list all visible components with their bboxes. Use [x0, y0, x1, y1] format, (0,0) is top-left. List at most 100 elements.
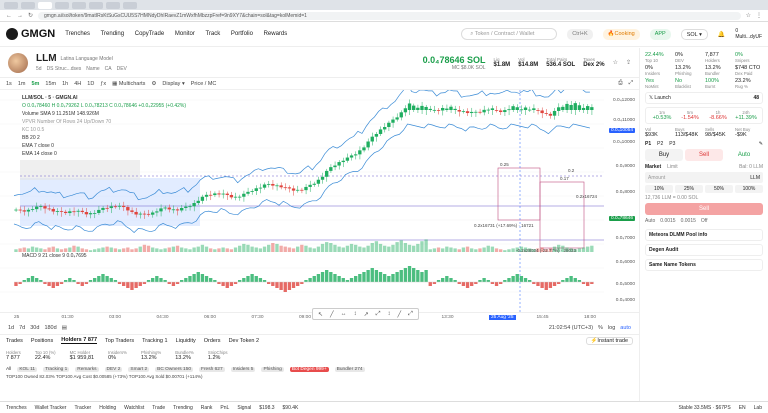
tf-1s[interactable]: 1s — [6, 81, 12, 87]
draw-tool-icon[interactable]: ↕ — [354, 311, 357, 317]
search-input[interactable]: ⌕ Token / Contract / Wallet — [461, 28, 558, 40]
pct-50[interactable]: 50% — [705, 185, 733, 193]
nav-portfolio[interactable]: Portfolio — [231, 31, 253, 37]
holder-filter-tab[interactable]: DEV 2 — [104, 366, 123, 372]
indicator-volume[interactable]: Volume SMA 9 11.251M 148.926M — [22, 110, 186, 118]
holder-filter-tab[interactable]: Fresh 627 — [199, 366, 225, 372]
utc-clock[interactable]: 21:02:54 (UTC+3) — [549, 325, 593, 331]
period-change[interactable]: 1h -8.66% — [705, 110, 731, 121]
amount-input[interactable]: Amount LLM — [645, 172, 763, 183]
auto-toggle[interactable]: Auto — [725, 149, 763, 161]
browser-tab[interactable] — [106, 1, 120, 9]
chain-selector[interactable]: SOL ▾ — [680, 28, 708, 40]
tf-1m[interactable]: 1m — [18, 81, 26, 87]
preset-p3[interactable]: P3 — [669, 141, 675, 147]
footer-item[interactable]: Watchlist — [124, 405, 144, 411]
pct-25[interactable]: 25% — [675, 185, 703, 193]
star-icon[interactable]: ☆ — [613, 59, 618, 66]
browser-tab[interactable] — [72, 1, 86, 9]
browser-tab[interactable] — [55, 1, 69, 9]
holder-filter-tab[interactable]: Bot Degen 999+ — [289, 366, 329, 372]
forward-icon[interactable]: → — [17, 13, 23, 19]
tf-1d[interactable]: 1D — [87, 81, 94, 87]
flag-tip[interactable]: 0.0015 — [681, 218, 696, 224]
footer-item[interactable]: Trending — [173, 405, 193, 411]
nav-monitor[interactable]: Monitor — [175, 31, 195, 37]
draw-tool-icon[interactable]: ╱ — [398, 311, 402, 318]
menu-icon[interactable]: ⋮ — [756, 12, 762, 19]
price-mc-toggle[interactable]: Price / MC — [191, 81, 217, 87]
footer-item[interactable]: Tracker — [74, 405, 91, 411]
price-chart[interactable]: LLM/SOL · 5 · GMGN.AI O 0.0₄78460 H 0.0₄… — [0, 90, 639, 312]
range-1d[interactable]: 1d — [8, 325, 14, 331]
section-meteora[interactable]: Meteora DLMM Pool info — [645, 229, 763, 241]
calendar-icon[interactable]: ▤ — [62, 325, 67, 331]
holder-filter-tab[interactable]: All — [6, 367, 11, 372]
scale-auto[interactable]: auto — [620, 325, 631, 331]
footer-item[interactable]: EN — [739, 405, 746, 411]
logo[interactable]: GMGN — [6, 28, 55, 40]
nav-trending[interactable]: Trending — [101, 31, 124, 37]
draw-tool-icon[interactable]: ⤢ — [408, 311, 413, 318]
order-limit[interactable]: Limit — [667, 164, 678, 170]
macd-legend[interactable]: MACD 9 21 close 9 0.0₄7695 — [22, 253, 87, 259]
nav-track[interactable]: Track — [205, 31, 220, 37]
holder-filter-tab[interactable]: Phishing — [261, 366, 284, 372]
browser-tab-active[interactable] — [38, 1, 52, 9]
tab-liquidity[interactable]: Liquidity — [176, 338, 196, 344]
holder-filter-tab[interactable]: Bundler 274 — [334, 366, 365, 372]
flag-priority[interactable]: 0.0015 — [660, 218, 675, 224]
holder-filter-tab[interactable]: Tracking 1 — [43, 366, 70, 372]
tab-orders[interactable]: Orders — [204, 338, 221, 344]
multicharts-button[interactable]: ▦ Multicharts — [112, 81, 145, 87]
nav-trenches[interactable]: Trenches — [65, 31, 90, 37]
holder-filter-tab[interactable]: Remarks — [75, 366, 99, 372]
holder-filter-tab[interactable]: Insiders 5 — [230, 366, 256, 372]
settings-icon[interactable]: ⚙ — [151, 81, 156, 87]
indicators-icon[interactable]: ƒx — [100, 81, 106, 87]
indicator-vpvr[interactable]: VPVR Number Of Rows 24 Up/Down 70 — [22, 118, 186, 126]
token-name-link[interactable]: Name — [86, 66, 99, 72]
tab-dev-token[interactable]: Dev Token 2 — [229, 338, 259, 344]
draw-tool-icon[interactable]: ↗ — [364, 311, 369, 318]
footer-item[interactable]: Wallet Tracker — [35, 405, 67, 411]
fullscreen-icon[interactable]: ⤢ — [629, 80, 633, 87]
indicator-ema7[interactable]: EMA 7 close 0 — [22, 142, 186, 150]
edit-icon[interactable]: ✎ — [759, 141, 763, 147]
order-market[interactable]: Market — [645, 164, 661, 170]
buy-tab[interactable]: Buy — [645, 149, 683, 161]
footer-item[interactable]: Lab — [754, 405, 762, 411]
launch-row[interactable]: 𝕏 Launch 48 — [645, 92, 763, 104]
period-change[interactable]: 5m -1.54% — [677, 110, 703, 121]
cooking-button[interactable]: 🔥Cooking — [602, 28, 640, 40]
indicator-bb[interactable]: BB 20 2 — [22, 134, 186, 142]
tab-tracking[interactable]: Tracking 1 — [142, 338, 167, 344]
footer-item[interactable]: Trenches — [6, 405, 27, 411]
tf-4h[interactable]: 4H — [74, 81, 81, 87]
price-axis[interactable]: 0.0₄12000 0.0₄11000 0.0₄10054 0.0₄10000 … — [603, 90, 639, 312]
flag-auto[interactable]: Auto — [645, 218, 655, 224]
display-button[interactable]: Display ▾ — [162, 81, 184, 87]
draw-tool-icon[interactable]: ↔ — [341, 311, 347, 317]
notification-icon[interactable]: 🔔 — [718, 31, 725, 38]
share-icon[interactable]: ⇪ — [626, 59, 631, 66]
tf-1h[interactable]: 1h — [62, 81, 68, 87]
sell-tab[interactable]: Sell — [685, 149, 723, 161]
footer-item[interactable]: Trade — [152, 405, 165, 411]
nav-rewards[interactable]: Rewards — [264, 31, 288, 37]
star-icon[interactable]: ☆ — [746, 12, 751, 19]
period-change[interactable]: 24h +11.39% — [733, 110, 759, 121]
url-field[interactable]: gmgn.ai/sol/token/9matIRsKtSuGsCUU5S7HMN… — [38, 11, 741, 20]
wallet-button[interactable]: 0 Multi...dyUF — [735, 28, 762, 40]
sell-submit-button[interactable]: Sell — [645, 203, 763, 215]
range-30d[interactable]: 30d — [30, 325, 39, 331]
footer-item[interactable]: $90.4K — [283, 405, 299, 411]
pct-10[interactable]: 10% — [645, 185, 673, 193]
footer-item[interactable]: Signal — [237, 405, 251, 411]
holder-filter-tab[interactable]: KOL 11 — [17, 366, 38, 372]
app-button[interactable]: APP — [649, 28, 671, 40]
tf-15m[interactable]: 15m — [45, 81, 56, 87]
preset-p2[interactable]: P2 — [657, 141, 663, 147]
footer-item[interactable]: Holding — [99, 405, 116, 411]
browser-tab[interactable] — [21, 1, 35, 9]
